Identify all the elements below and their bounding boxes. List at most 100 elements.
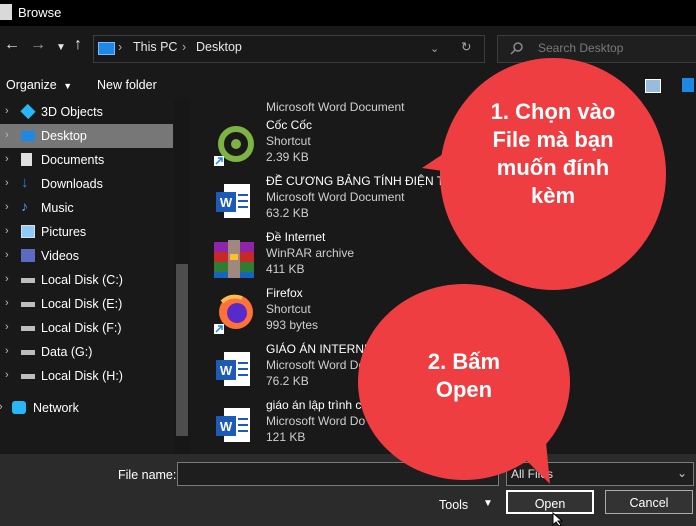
file-type: Shortcut xyxy=(266,134,311,148)
file-size: 411 KB xyxy=(266,262,305,276)
dialog-footer: File name: All Files ⌄ Tools ▼ Open Canc… xyxy=(0,454,696,526)
cube-icon xyxy=(20,103,36,120)
file-type: Microsoft Word Do xyxy=(266,358,366,372)
sidebar-item-downloads[interactable]: › ↓ Downloads xyxy=(0,172,173,196)
expand-chevron-icon[interactable]: › xyxy=(5,201,9,213)
annotation-line: 1. Chọn vào xyxy=(490,99,616,124)
sidebar-item-music[interactable]: › ♪ Music xyxy=(0,196,173,220)
breadcrumb-this-pc[interactable]: This PC xyxy=(133,40,177,54)
tools-button[interactable]: Tools xyxy=(439,498,468,512)
organize-button[interactable]: Organize ▼ xyxy=(6,78,72,92)
breadcrumb-desktop[interactable]: Desktop xyxy=(196,40,242,54)
file-size: 2.39 KB xyxy=(266,150,309,164)
drive-icon xyxy=(21,350,35,355)
expand-chevron-icon[interactable]: › xyxy=(5,105,9,117)
file-type: Microsoft Word Do xyxy=(266,414,366,428)
chevron-down-icon: ▼ xyxy=(63,81,73,91)
preview-pane-icon[interactable] xyxy=(645,79,661,93)
drive-icon xyxy=(21,302,35,307)
file-size: 76.2 KB xyxy=(266,374,309,388)
coccoc-icon xyxy=(214,126,254,166)
file-name-label: File name: xyxy=(118,468,177,482)
word-doc-icon: W xyxy=(216,408,250,442)
address-dropdown-icon[interactable]: ⌄ xyxy=(430,42,439,55)
expand-chevron-icon[interactable]: › xyxy=(5,345,9,357)
sidebar-scrollbar-thumb[interactable] xyxy=(176,264,188,436)
annotation-bubble-step-2: 2. Bấm Open xyxy=(358,284,570,480)
firefox-icon xyxy=(214,294,253,334)
annotation-line: kèm xyxy=(530,183,576,208)
annotation-bubble-step-1: 1. Chọn vào File mà bạn muốn đính kèm xyxy=(440,58,666,290)
svg-text:W: W xyxy=(220,363,233,378)
new-folder-button[interactable]: New folder xyxy=(97,78,157,92)
download-arrow-icon: ↓ xyxy=(21,174,29,191)
sidebar-item-local-disk-h[interactable]: › Local Disk (H:) xyxy=(0,364,173,388)
file-type: WinRAR archive xyxy=(266,246,355,260)
breadcrumb-separator-icon: › xyxy=(118,40,123,54)
expand-chevron-icon[interactable]: › xyxy=(5,129,9,141)
sidebar-item-pictures[interactable]: › Pictures xyxy=(0,220,173,244)
drive-icon xyxy=(21,374,35,379)
this-pc-icon xyxy=(98,42,115,55)
refresh-icon[interactable]: ↻ xyxy=(461,39,471,54)
svg-text:W: W xyxy=(220,419,233,434)
annotation-line: 2. Bấm xyxy=(427,349,501,374)
file-name: Đề Internet xyxy=(266,230,326,244)
drive-icon xyxy=(21,326,35,331)
search-box[interactable]: Search Desktop xyxy=(497,35,696,63)
expand-chevron-icon[interactable]: › xyxy=(0,401,3,413)
sidebar-item-label: Local Disk (F:) xyxy=(41,321,122,335)
drive-icon xyxy=(21,278,35,283)
forward-arrow-icon[interactable]: → xyxy=(30,36,46,54)
file-type: Microsoft Word Document xyxy=(266,190,405,204)
cancel-button[interactable]: Cancel xyxy=(605,490,693,514)
sidebar-item-network[interactable]: › Network xyxy=(0,396,173,420)
documents-icon xyxy=(21,153,32,166)
expand-chevron-icon[interactable]: › xyxy=(5,321,9,333)
recent-chevron-icon[interactable]: ▼ xyxy=(56,42,66,53)
sidebar-item-documents[interactable]: › Documents xyxy=(0,148,173,172)
sidebar-item-label: Downloads xyxy=(41,177,103,191)
sidebar-item-videos[interactable]: › Videos xyxy=(0,244,173,268)
file-name: giáo án lập trình c xyxy=(266,398,362,412)
file-name: GIÁO ÁN INTERNE xyxy=(266,342,373,356)
search-icon xyxy=(510,42,523,55)
sidebar-item-local-disk-e[interactable]: › Local Disk (E:) xyxy=(0,292,173,316)
sidebar-item-3d-objects[interactable]: › 3D Objects xyxy=(0,100,173,124)
open-button[interactable]: Open xyxy=(506,490,594,514)
annotation-line: Open xyxy=(435,377,493,402)
expand-chevron-icon[interactable]: › xyxy=(5,249,9,261)
sidebar-item-label: Local Disk (H:) xyxy=(41,369,123,383)
back-arrow-icon[interactable]: ← xyxy=(4,36,20,54)
file-name: Cốc Cốc xyxy=(266,118,313,132)
up-arrow-icon[interactable]: ↑ xyxy=(74,36,82,54)
expand-chevron-icon[interactable]: › xyxy=(5,369,9,381)
window-icon xyxy=(0,4,12,20)
breadcrumb-separator-icon: › xyxy=(182,40,187,54)
expand-chevron-icon[interactable]: › xyxy=(5,225,9,237)
word-doc-icon: W xyxy=(216,352,250,386)
expand-chevron-icon[interactable]: › xyxy=(5,177,9,189)
chevron-down-icon[interactable]: ▼ xyxy=(483,498,493,509)
sidebar-item-local-disk-f[interactable]: › Local Disk (F:) xyxy=(0,316,173,340)
expand-chevron-icon[interactable]: › xyxy=(5,273,9,285)
navigation-pane: › 3D Objects › Desktop › Documents › ↓ D… xyxy=(0,100,190,454)
sidebar-item-desktop[interactable]: › Desktop xyxy=(0,124,173,148)
videos-icon xyxy=(21,249,35,262)
pictures-icon xyxy=(21,225,35,238)
file-size: 63.2 KB xyxy=(266,206,309,220)
mouse-cursor-icon xyxy=(552,512,564,526)
file-name: Firefox xyxy=(266,286,303,300)
annotation-line: File mà bạn xyxy=(492,127,614,152)
address-bar[interactable]: › This PC › Desktop ⌄ ↻ xyxy=(93,35,485,63)
sidebar-item-label: Network xyxy=(33,401,79,415)
organize-label: Organize xyxy=(6,78,57,92)
expand-chevron-icon[interactable]: › xyxy=(5,153,9,165)
sidebar-item-data-g[interactable]: › Data (G:) xyxy=(0,340,173,364)
title-bar: Browse xyxy=(0,0,696,26)
help-icon[interactable] xyxy=(682,78,694,92)
file-type: Microsoft Word Document xyxy=(266,100,405,114)
expand-chevron-icon[interactable]: › xyxy=(5,297,9,309)
sidebar-item-local-disk-c[interactable]: › Local Disk (C:) xyxy=(0,268,173,292)
sidebar-item-label: Data (G:) xyxy=(41,345,93,359)
